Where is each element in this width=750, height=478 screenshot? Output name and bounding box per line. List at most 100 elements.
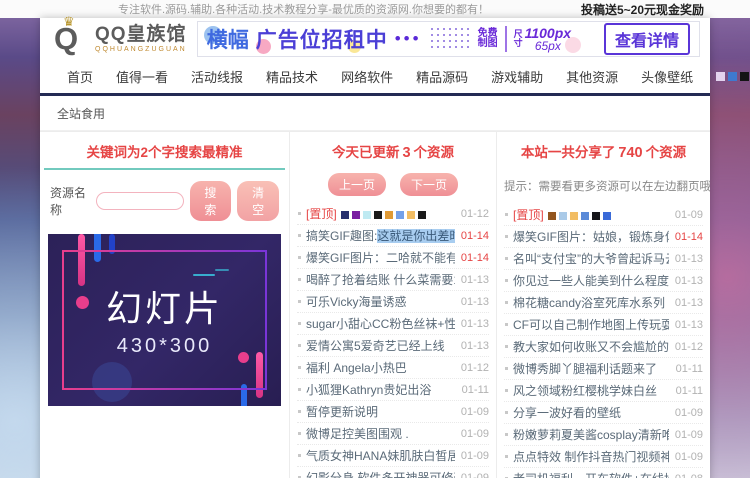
item-date: 01-12 <box>461 208 489 220</box>
list-item[interactable]: 点点特效 制作抖音热门视频神器 01-09 <box>504 446 703 468</box>
prev-page-button[interactable]: 上一页 <box>328 173 386 196</box>
nav-game-assist[interactable]: 游戏辅助 <box>491 67 543 86</box>
nav-avatars-wallpapers[interactable]: 头像壁纸 <box>641 67 693 86</box>
nav-activities[interactable]: 活动线报 <box>191 67 243 86</box>
item-title[interactable]: 喝醉了抢着结账 什么菜需要15万 <box>297 271 455 288</box>
item-date: 01-14 <box>461 230 489 242</box>
list-item[interactable]: 老司机福利，开车软件+在线地址01-08 <box>504 468 703 478</box>
list-item[interactable]: CF可以自己制作地图上传玩耍了01-13 <box>504 314 703 336</box>
slide-caption: 幻灯片 430*300 <box>48 280 281 358</box>
banner-ad[interactable]: 横幅 广告位招租中 ••• 免费 制图 尺寸 1100px 65px 查看详情 <box>197 21 700 57</box>
item-title[interactable]: 可乐Vicky海量诱惑 <box>297 293 455 310</box>
item-title[interactable]: 分享一波好看的壁纸 <box>504 404 669 421</box>
nav-software[interactable]: 网络软件 <box>341 67 393 86</box>
list-item[interactable]: 搞笑GIF趣图:这就是你出差时，你老婆... 01-14 <box>297 225 489 247</box>
list-item[interactable]: 微博足控美图围观 .01-09 <box>297 423 489 445</box>
list-item[interactable]: 风之领域粉红樱桃学妹白丝01-11 <box>504 380 703 402</box>
nav-other-resources[interactable]: 其他资源 <box>566 67 618 86</box>
list-item[interactable]: 爱情公寓5爱奇艺已经上线 01-13 <box>297 335 489 357</box>
view-details-button[interactable]: 查看详情 <box>604 23 690 55</box>
item-title[interactable]: 爆笑GIF图片：姑娘，锻炼身体可以，... <box>504 228 669 245</box>
search-box: 资源名称 搜索 清空 <box>44 168 285 232</box>
pagination: 上一页 下一页 <box>297 168 489 203</box>
nav-tech[interactable]: 精品技术 <box>266 67 318 86</box>
site-slogan: 专注软件.源码.辅助.各种活动.技术教程分享-最优质的资源网.你想要的都有！ <box>118 1 489 17</box>
item-title[interactable]: 老司机福利，开车软件+在线地址 <box>504 470 669 478</box>
list-item[interactable]: 爆笑GIF图片：二哈就不能有少女心？ 01-14 <box>297 247 489 269</box>
list-item[interactable]: 爆笑GIF图片：姑娘，锻炼身体可以，...01-14 <box>504 226 703 248</box>
list-item[interactable]: 小狐狸Kathryn贵妃出浴01-11 <box>297 379 489 401</box>
item-date: 01-09 <box>461 472 489 478</box>
list-item[interactable]: 粉嫩萝莉夏美酱cosplay清新唯美户外...01-09 <box>504 424 703 446</box>
main-nav: 首页 值得一看 活动线报 精品技术 网络软件 精品源码 游戏辅助 其他资源 头像… <box>40 60 710 96</box>
item-title[interactable]: 棉花糖candy浴室死库水系列 <box>504 294 669 311</box>
nav-home[interactable]: 首页 <box>67 67 93 86</box>
item-title[interactable]: 微博秀脚丫腿福利话题来了 <box>504 360 670 377</box>
item-title[interactable]: 爆笑GIF图片：二哈就不能有少女心？ <box>297 249 455 266</box>
list-item[interactable]: 暂停更新说明 01-09 <box>297 401 489 423</box>
item-date: 01-14 <box>461 252 489 264</box>
item-date: 01-09 <box>675 451 703 463</box>
list-item[interactable]: sugar小甜心CC粉色丝袜+性感内衣 01-13 <box>297 313 489 335</box>
list-item[interactable]: 微博秀脚丫腿福利话题来了01-11 <box>504 358 703 380</box>
search-input[interactable] <box>96 192 184 210</box>
banner-dots: ••• <box>395 29 422 49</box>
banner-divider <box>505 26 507 52</box>
list-item[interactable]: 教大家如何收账又不会尴尬的套路01-12 <box>504 336 703 358</box>
item-title[interactable]: 你见过一些人能美到什么程度？ <box>504 272 669 289</box>
item-title[interactable]: 爱情公寓5爱奇艺已经上线 <box>297 337 455 354</box>
banner-size-spec: 尺寸 1100px 65px <box>514 27 571 52</box>
pinned-row[interactable]: [置顶] 01-12 <box>297 203 489 225</box>
list-item[interactable]: 福利 Angela小热巴01-12 <box>297 357 489 379</box>
item-date: 01-09 <box>461 450 489 462</box>
item-date: 01-13 <box>461 296 489 308</box>
list-item[interactable]: 你见过一些人能美到什么程度？ 01-13 <box>504 270 703 292</box>
list-item[interactable]: 气质女神HANA妹肌肤白皙居家撩人性... 01-09 <box>297 445 489 467</box>
list-item[interactable]: 分享一波好看的壁纸01-09 <box>504 402 703 424</box>
announcement-bar: 专注软件.源码.辅助.各种活动.技术教程分享-最优质的资源网.你想要的都有！ 投… <box>0 0 750 18</box>
item-title[interactable]: 福利 Angela小热巴 <box>297 359 455 376</box>
submission-reward-text: 投稿送5~20元现金奖励 <box>581 1 704 18</box>
search-hint-title: 关键词为2个字搜索最精准 <box>42 132 287 168</box>
item-title[interactable]: 名叫“支付宝”的大爷曾起诉马云，现... <box>504 250 669 267</box>
search-button[interactable]: 搜索 <box>190 181 232 221</box>
middle-column: 今天已更新3个资源 上一页 下一页 [置顶] 01-12 搞笑GIF趣图:这就是… <box>290 132 497 478</box>
banner-title: 广告位招租中 <box>256 24 388 54</box>
item-title[interactable]: 小狐狸Kathryn贵妃出浴 <box>297 381 456 398</box>
nav-worth-a-look[interactable]: 值得一看 <box>116 67 168 86</box>
list-item[interactable]: 名叫“支付宝”的大爷曾起诉马云，现...01-13 <box>504 248 703 270</box>
item-title[interactable]: 粉嫩萝莉夏美酱cosplay清新唯美户外... <box>504 426 669 443</box>
pinned-row[interactable]: [置顶] 01-09 <box>504 204 703 226</box>
paging-tip: 提示：需要看更多资源可以在左边翻页哦 <box>504 168 703 204</box>
list-item[interactable]: 可乐Vicky海量诱惑 01-13 <box>297 291 489 313</box>
site-name: QQ皇族馆 <box>95 25 187 44</box>
item-title[interactable]: 搞笑GIF趣图:这就是你出差时，你老婆... <box>297 227 455 244</box>
slide-size: 430*300 <box>48 335 281 358</box>
banner-width: 1100px <box>525 27 571 40</box>
item-date: 01-09 <box>675 209 703 221</box>
item-title[interactable]: 点点特效 制作抖音热门视频神器 <box>504 448 669 465</box>
selected-text: 这就是你出差时 <box>377 229 455 243</box>
item-title[interactable]: 教大家如何收账又不会尴尬的套路 <box>504 338 669 355</box>
item-title[interactable]: sugar小甜心CC粉色丝袜+性感内衣 <box>297 315 455 332</box>
item-title[interactable]: 幻影分身 软件多开神器可修改定位 <box>297 469 455 478</box>
site-logo[interactable]: ♛ Q QQ皇族馆 QQHUANGZUGUAN <box>54 22 187 56</box>
item-title[interactable]: CF可以自己制作地图上传玩耍了 <box>504 316 669 333</box>
item-date: 01-09 <box>461 406 489 418</box>
nav-source-code[interactable]: 精品源码 <box>416 67 468 86</box>
item-date: 01-13 <box>461 318 489 330</box>
clear-button[interactable]: 清空 <box>237 181 279 221</box>
item-title[interactable]: 微博足控美图围观 . <box>297 425 455 442</box>
item-date: 01-13 <box>461 340 489 352</box>
slideshow-placeholder[interactable]: 幻灯片 430*300 <box>48 234 281 406</box>
slide-title: 幻灯片 <box>48 280 281 332</box>
list-item[interactable]: 幻影分身 软件多开神器可修改定位 01-09 <box>297 467 489 478</box>
item-title[interactable]: 风之领域粉红樱桃学妹白丝 <box>504 382 670 399</box>
main-container: ♛ Q QQ皇族馆 QQHUANGZUGUAN 横幅 广告位招租中 ••• 免费… <box>40 18 710 478</box>
item-title[interactable]: 暂停更新说明 <box>297 403 455 420</box>
list-item[interactable]: 棉花糖candy浴室死库水系列01-13 <box>504 292 703 314</box>
item-title[interactable]: 气质女神HANA妹肌肤白皙居家撩人性... <box>297 447 455 464</box>
item-date: 01-13 <box>675 275 703 287</box>
next-page-button[interactable]: 下一页 <box>400 173 458 196</box>
list-item[interactable]: 喝醉了抢着结账 什么菜需要15万01-13 <box>297 269 489 291</box>
